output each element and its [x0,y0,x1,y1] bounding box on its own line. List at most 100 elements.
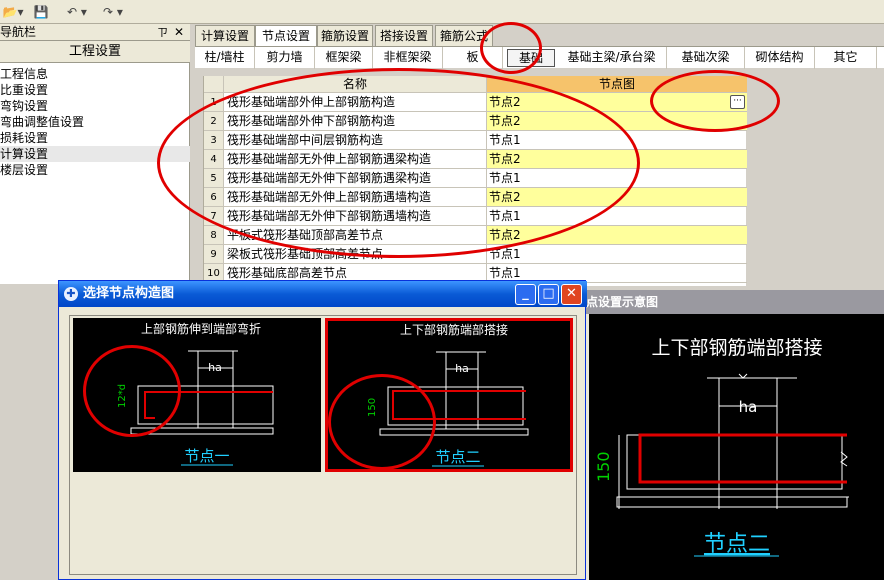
tab-column[interactable]: 柱/墙柱 [195,47,255,69]
table-row[interactable]: 6 筏形基础端部无外伸上部钢筋遇墙构造 节点2 [204,188,747,207]
table-row[interactable]: 5 筏形基础端部无外伸下部钢筋遇梁构造 节点1 [204,169,747,188]
table-row[interactable]: 9 梁板式筏形基础顶部高差节点 节点1 [204,245,747,264]
tab-other[interactable]: 其它 [815,47,877,69]
preview-diagram: 上下部钢筋端部搭接 ha 150 节点二 [594,337,849,557]
tab-shear-wall[interactable]: 剪力墙 [255,47,315,69]
row-number: 8 [204,226,224,245]
row-number: 9 [204,245,224,264]
close-button[interactable]: ✕ [561,284,582,305]
table-row[interactable]: 7 筏形基础端部无外伸下部钢筋遇墙构造 节点1 [204,207,747,226]
row-name: 筏形基础端部无外伸下部钢筋遇梁构造 [224,169,487,188]
node-1-dim-12d: 12*d [117,384,128,408]
row-name: 筏形基础端部无外伸上部钢筋遇梁构造 [224,150,487,169]
node-1-dim-ha: ha [208,361,222,374]
tab-foundation-main-beam[interactable]: 基础主梁/承台梁 [557,47,667,69]
row-node-cell[interactable]: 节点1 [487,169,747,188]
node-1-label: 节点一 [184,447,229,465]
row-number: 7 [204,207,224,226]
tab-lap-settings[interactable]: 搭接设置 [375,25,433,46]
preview-label: 节点二 [704,532,770,557]
tab-foundation[interactable]: 基础 [507,49,555,67]
preview-dim-ha: ha [739,398,758,416]
tab-nonframe-beam[interactable]: 非框架梁 [373,47,443,69]
row-node-cell[interactable]: 节点2 [487,150,747,169]
nav-item-hook[interactable]: 弯钩设置 [0,98,190,114]
row-number: 1 [204,93,224,112]
row-node-value: 节点2 [489,95,521,109]
row-node-cell[interactable]: 节点2 ··· [487,93,747,112]
row-number: 6 [204,188,224,207]
node-option-1[interactable]: 上部钢筋伸到端部弯折 ha 12*d 节点一 [73,318,321,472]
row-name: 筏形基础端部外伸下部钢筋构造 [224,112,487,131]
node-1-diagram: 上部钢筋伸到端部弯折 ha 12*d 节点一 [117,321,274,466]
tab-slab[interactable]: 板 [443,47,503,69]
table-row[interactable]: 2 筏形基础端部外伸下部钢筋构造 节点2 [204,112,747,131]
dialog-title-bar[interactable]: ✚ 选择节点构造图 _ □ ✕ [59,281,587,307]
nav-caption-text: 导航栏 [0,25,37,39]
nav-panel: 导航栏 ㄗ ✕ 工程设置 工程信息 比重设置 弯钩设置 弯曲调整值设置 损耗设置… [0,24,190,284]
tab-stirrup-formula[interactable]: 箍筋公式 [435,25,493,46]
row-number: 4 [204,150,224,169]
preview-canvas: 上下部钢筋端部搭接 ha 150 节点二 [589,314,884,580]
undo-icon[interactable]: ↶ ▾ [62,3,92,21]
dialog-body: 上部钢筋伸到端部弯折 ha 12*d 节点一 上下部钢筋端部搭接 ha 150 … [69,315,577,575]
row-number: 2 [204,112,224,131]
row-node-cell[interactable]: 节点1 [487,207,747,226]
node-2-label: 节点二 [435,448,480,466]
table-row[interactable]: 8 平板式筏形基础顶部高差节点 节点2 [204,226,747,245]
column-header-name: 名称 [224,76,487,93]
pin-icon[interactable]: ㄗ [157,24,168,41]
row-number: 3 [204,131,224,150]
nav-item-calc[interactable]: 计算设置 [0,146,190,162]
row-node-cell[interactable]: 节点1 [487,131,747,150]
toolbar: 📂▾ 💾 ↶ ▾ ↷ ▾ [0,0,884,24]
save-icon[interactable]: 💾 [32,3,50,21]
preview-title: 点设置示意图 [586,290,884,314]
nav-item-bend-adjust[interactable]: 弯曲调整值设置 [0,114,190,130]
table-row[interactable]: 4 筏形基础端部无外伸上部钢筋遇梁构造 节点2 [204,150,747,169]
ellipsis-button[interactable]: ··· [730,95,745,109]
row-node-cell[interactable]: 节点2 [487,188,747,207]
open-folder-icon[interactable]: 📂▾ [0,3,26,21]
column-header-node: 节点图 [487,76,747,93]
row-name: 筏形基础端部无外伸下部钢筋遇墙构造 [224,207,487,226]
maximize-button[interactable]: □ [538,284,559,305]
select-node-dialog: ✚ 选择节点构造图 _ □ ✕ 上部钢筋伸到端部弯折 ha 12*d 节点一 上… [58,280,587,580]
tab-frame-beam[interactable]: 框架梁 [315,47,373,69]
row-node-cell[interactable]: 节点2 [487,226,747,245]
minimize-button[interactable]: _ [515,284,536,305]
node-2-diagram: 上下部钢筋端部搭接 ha 150 节点二 [367,322,529,467]
row-node-cell[interactable]: 节点1 [487,245,747,264]
row-name: 筏形基础端部外伸上部钢筋构造 [224,93,487,112]
nav-list: 工程信息 比重设置 弯钩设置 弯曲调整值设置 损耗设置 计算设置 楼层设置 [0,66,190,178]
nav-header[interactable]: 工程设置 [0,41,190,63]
node-settings-grid: 名称 节点图 1 筏形基础端部外伸上部钢筋构造 节点2 ··· 2 筏形基础端部外… [203,76,747,286]
nav-item-floor[interactable]: 楼层设置 [0,162,190,178]
tab-node-settings[interactable]: 节点设置 [255,25,317,47]
dialog-title: 选择节点构造图 [83,286,175,301]
nav-caption: 导航栏 ㄗ ✕ [0,24,190,41]
preview-caption: 上下部钢筋端部搭接 [651,337,822,359]
tab-foundation-sec-beam[interactable]: 基础次梁 [667,47,745,69]
row-number: 5 [204,169,224,188]
row-node-cell[interactable]: 节点2 [487,112,747,131]
close-icon[interactable]: ✕ [174,24,184,41]
row-name: 平板式筏形基础顶部高差节点 [224,226,487,245]
nav-item-density[interactable]: 比重设置 [0,82,190,98]
table-row[interactable]: 1 筏形基础端部外伸上部钢筋构造 节点2 ··· [204,93,747,112]
grid-header: 名称 节点图 [204,76,747,93]
row-name: 梁板式筏形基础顶部高差节点 [224,245,487,264]
node-option-2[interactable]: 上下部钢筋端部搭接 ha 150 节点二 [325,318,573,472]
nav-item-loss[interactable]: 损耗设置 [0,130,190,146]
node-2-caption: 上下部钢筋端部搭接 [400,322,508,337]
sub-tabs: 柱/墙柱 剪力墙 框架梁 非框架梁 板 基础 基础主梁/承台梁 基础次梁 砌体结… [195,46,884,69]
redo-icon[interactable]: ↷ ▾ [98,3,128,21]
table-row[interactable]: 3 筏形基础端部中间层钢筋构造 节点1 [204,131,747,150]
node-2-dim-ha: ha [455,362,469,375]
tab-stirrup-settings[interactable]: 箍筋设置 [317,25,373,46]
grid-corner [204,76,224,93]
tab-calc-settings[interactable]: 计算设置 [195,25,255,46]
tab-masonry[interactable]: 砌体结构 [745,47,815,69]
nav-item-project-info[interactable]: 工程信息 [0,66,190,82]
preview-dim-150: 150 [594,451,613,482]
